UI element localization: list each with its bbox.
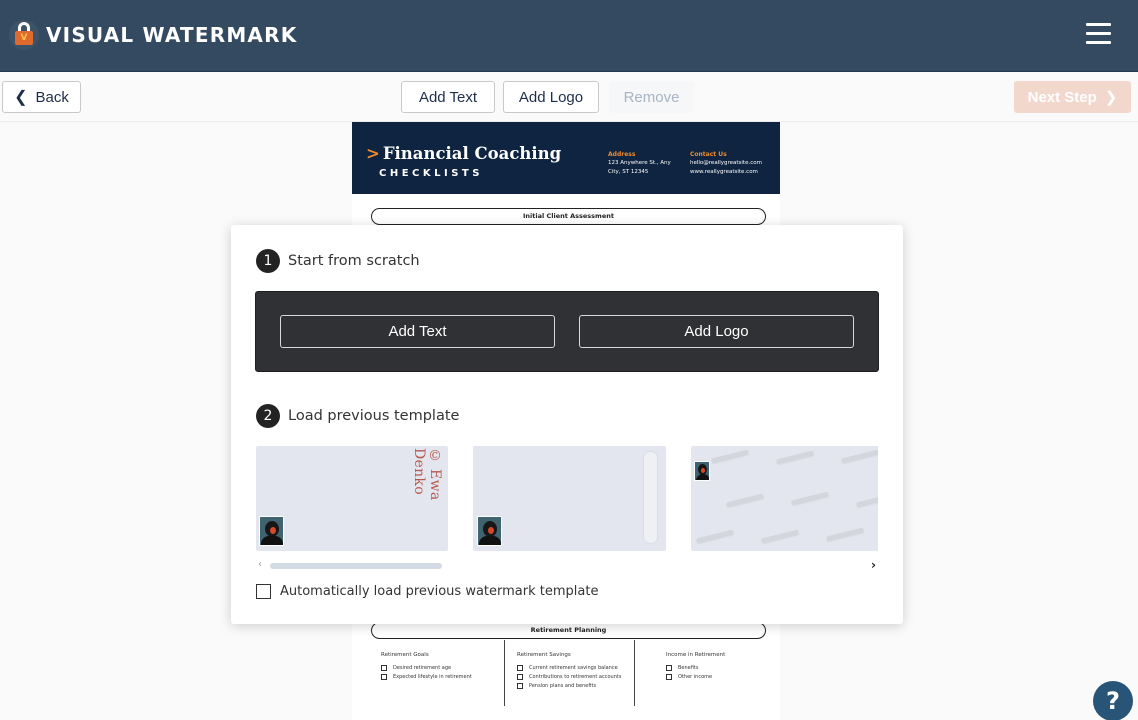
checkbox-icon bbox=[381, 665, 387, 671]
app-logo[interactable]: V VISUAL WATERMARK bbox=[9, 20, 297, 50]
tiled-watermark bbox=[825, 527, 865, 542]
checkbox-icon bbox=[666, 674, 672, 680]
template-thumbnail[interactable] bbox=[473, 446, 666, 551]
watermark-strip bbox=[644, 452, 657, 543]
checklist-item: Expected lifestyle in retirement bbox=[381, 674, 503, 680]
template-thumbnail[interactable] bbox=[691, 446, 878, 551]
remove-button[interactable]: Remove bbox=[609, 81, 694, 113]
tiled-watermark bbox=[855, 493, 878, 508]
tiled-watermark bbox=[710, 449, 750, 464]
question-mark-icon: ? bbox=[1106, 687, 1120, 715]
retirement-column: Retirement Savings Current retirement sa… bbox=[504, 640, 634, 706]
step-label: Start from scratch bbox=[288, 253, 420, 269]
template-thumbnail[interactable]: © Ewa Denko bbox=[256, 446, 448, 551]
tiled-watermark bbox=[840, 449, 878, 464]
hamburger-icon bbox=[1086, 23, 1111, 26]
document-title: > Financial Coaching bbox=[366, 144, 562, 163]
section-heading-assessment: Initial Client Assessment bbox=[371, 208, 766, 225]
next-step-button[interactable]: Next Step ❯ bbox=[1014, 81, 1131, 113]
tiled-watermark bbox=[695, 529, 735, 544]
checkbox-icon bbox=[666, 665, 672, 671]
retirement-columns: Retirement Goals Desired retirement age … bbox=[352, 640, 780, 710]
tiled-watermark bbox=[790, 491, 830, 506]
tiled-watermark bbox=[775, 450, 815, 465]
add-logo-button[interactable]: Add Logo bbox=[503, 81, 599, 113]
checkbox-icon bbox=[517, 674, 523, 680]
help-button[interactable]: ? bbox=[1093, 681, 1133, 720]
scratch-panel: Add Text Add Logo bbox=[255, 291, 879, 372]
checklist-item: Pension plans and benefits bbox=[517, 683, 634, 689]
checkbox[interactable] bbox=[256, 584, 271, 599]
dialog-add-text-button[interactable]: Add Text bbox=[280, 315, 555, 348]
lock-icon: V bbox=[9, 20, 39, 50]
checklist-item: Current retirement savings balance bbox=[517, 665, 634, 671]
step-number-badge: 2 bbox=[256, 404, 280, 428]
step-number-badge: 1 bbox=[256, 249, 280, 273]
add-text-button[interactable]: Add Text bbox=[401, 81, 495, 113]
checkbox-icon bbox=[517, 683, 523, 689]
auto-load-checkbox[interactable]: Automatically load previous watermark te… bbox=[256, 584, 598, 599]
chevron-left-icon: ❮ bbox=[14, 89, 28, 106]
arrow-icon: > bbox=[366, 144, 380, 163]
retirement-column: Income in Retirement Benefits Other inco… bbox=[634, 640, 774, 706]
step-label: Load previous template bbox=[288, 408, 460, 424]
step-load-template: 2 Load previous template bbox=[256, 404, 459, 428]
retirement-column: Retirement Goals Desired retirement age … bbox=[381, 640, 503, 706]
checklist-item: Benefits bbox=[666, 665, 774, 671]
step-start-from-scratch: 1 Start from scratch bbox=[256, 249, 420, 273]
document-subtitle: CHECKLISTS bbox=[379, 168, 483, 179]
menu-button[interactable] bbox=[1086, 23, 1111, 45]
tiled-watermark bbox=[725, 493, 765, 508]
checklist-item: Desired retirement age bbox=[381, 665, 503, 671]
chevron-right-icon: ❯ bbox=[1104, 89, 1118, 106]
template-carousel: © Ewa Denko bbox=[256, 446, 878, 551]
watermark-text: © Ewa Denko bbox=[411, 448, 443, 501]
logo-image bbox=[477, 516, 502, 546]
checkbox-icon bbox=[381, 674, 387, 680]
toolbar: ❮ Back Add Text Add Logo Remove Next Ste… bbox=[0, 72, 1138, 122]
back-button[interactable]: ❮ Back bbox=[2, 81, 81, 113]
scrollbar-thumb[interactable] bbox=[270, 563, 442, 569]
tiled-watermark bbox=[760, 529, 800, 544]
logo-image bbox=[694, 461, 710, 481]
auto-load-label: Automatically load previous watermark te… bbox=[280, 584, 599, 599]
scroll-right-icon[interactable]: › bbox=[871, 558, 876, 572]
checklist-item: Contributions to retirement accounts bbox=[517, 674, 634, 680]
scroll-left-icon[interactable]: ‹ bbox=[258, 559, 262, 570]
document-contact: Contact Us hello@reallygreatsite.com www… bbox=[690, 151, 762, 175]
app-title: VISUAL WATERMARK bbox=[46, 23, 298, 47]
document-header: > Financial Coaching CHECKLISTS Address 1… bbox=[352, 122, 780, 194]
document-address: Address 123 Anywhere St., Any City, ST 1… bbox=[608, 151, 671, 175]
app-header: V VISUAL WATERMARK bbox=[0, 0, 1138, 72]
checklist-item: Other income bbox=[666, 674, 774, 680]
start-dialog: 1 Start from scratch Add Text Add Logo 2… bbox=[231, 225, 903, 624]
checkbox-icon bbox=[517, 665, 523, 671]
section-heading-retirement: Retirement Planning bbox=[371, 622, 766, 639]
dialog-add-logo-button[interactable]: Add Logo bbox=[579, 315, 854, 348]
logo-image bbox=[259, 516, 284, 546]
carousel-scrollbar: ‹ › bbox=[256, 558, 878, 573]
